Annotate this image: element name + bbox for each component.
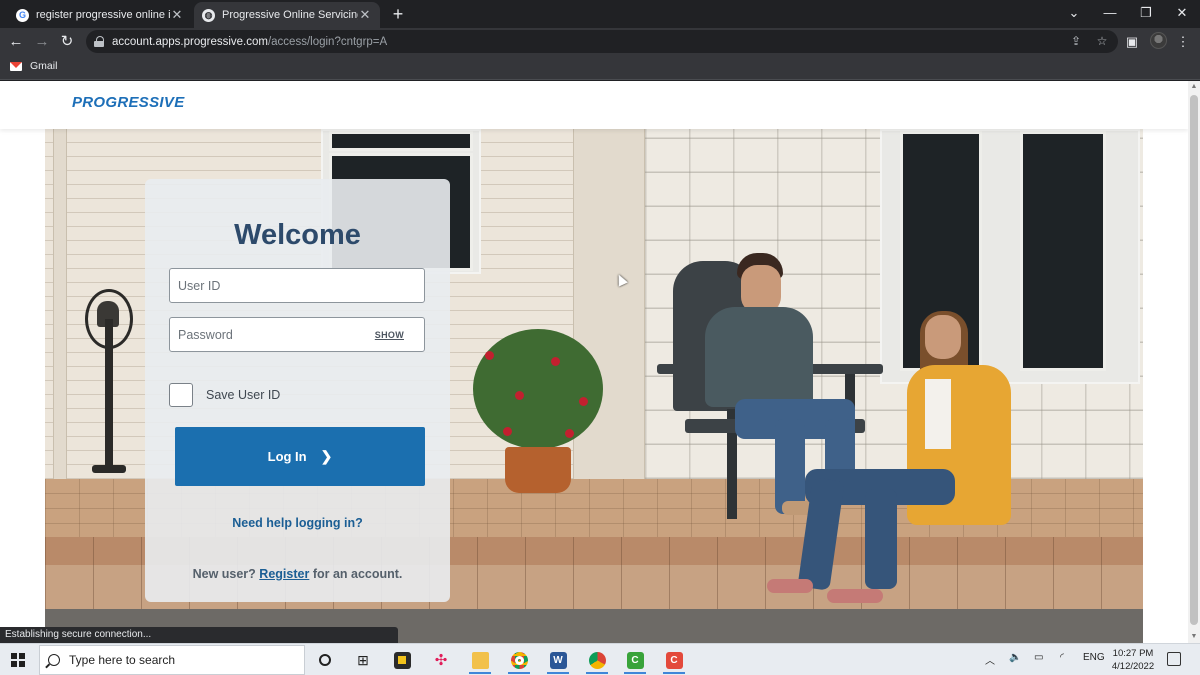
user-id-input[interactable] — [170, 269, 424, 302]
url-host: account.apps.progressive.com — [112, 35, 268, 48]
camtasia-editor-icon[interactable]: C — [659, 648, 689, 674]
forward-icon[interactable]: → — [31, 31, 53, 52]
clock-date: 4/12/2022 — [1111, 661, 1155, 672]
clock[interactable]: 10:27 PM 4/12/2022 — [1108, 647, 1158, 673]
porch-column — [53, 129, 67, 479]
login-card: Welcome SHOW Save User ID Log In ❯ Need … — [145, 179, 450, 602]
maximize-button[interactable]: ❐ — [1131, 2, 1161, 24]
close-tab-icon[interactable]: ✕ — [170, 7, 184, 23]
tab-search-icon[interactable]: ⌄ — [1059, 2, 1089, 24]
sticky-notes-icon[interactable] — [387, 648, 417, 672]
password-field[interactable]: SHOW — [169, 317, 425, 352]
new-user-line: New user? Register for an account. — [145, 567, 450, 581]
register-link[interactable]: Register — [259, 567, 309, 581]
page-scrollbar[interactable]: ▲ ▼ — [1188, 81, 1200, 643]
chrome-profile-icon[interactable] — [582, 648, 612, 674]
tab-progressive-online-servicing[interactable]: ◍ Progressive Online Servicing ✕ — [194, 2, 380, 28]
address-bar[interactable]: account.apps.progressive.com/access/logi… — [86, 30, 1118, 53]
close-window-button[interactable]: ✕ — [1167, 2, 1197, 24]
profile-avatar[interactable] — [1150, 32, 1167, 49]
tab-register-search[interactable]: G register progressive online insura ✕ — [8, 2, 192, 28]
slack-icon[interactable]: ✣ — [426, 648, 456, 672]
windows-taskbar: Type here to search ⊞ ✣ W C C ︿ 🔈 ▭ ◜ EN… — [0, 643, 1200, 675]
search-icon — [48, 654, 60, 666]
welcome-heading: Welcome — [234, 219, 361, 251]
widgets-icon[interactable]: ⊞ — [348, 648, 378, 672]
windows-start-icon[interactable] — [11, 653, 25, 667]
page-viewport: PROGRESSIVE Welcome User ID SHOW Save Us… — [0, 81, 1188, 643]
globe-icon: ◍ — [202, 8, 215, 22]
battery-icon[interactable]: ▭ — [1034, 652, 1043, 663]
wifi-icon[interactable]: ◜ — [1060, 652, 1064, 663]
bookmark-star-icon[interactable]: ☆ — [1092, 32, 1112, 51]
minimize-button[interactable]: — — [1095, 2, 1125, 24]
clock-time: 10:27 PM — [1112, 648, 1154, 659]
search-placeholder: Type here to search — [69, 653, 176, 667]
save-user-id-label[interactable]: Save User ID — [206, 388, 280, 402]
back-icon[interactable]: ← — [5, 31, 27, 52]
file-explorer-icon[interactable] — [465, 648, 495, 674]
chrome-icon[interactable] — [504, 648, 534, 674]
bookmark-gmail[interactable]: Gmail — [10, 60, 57, 72]
new-user-prefix: New user? — [192, 567, 256, 581]
url-path: /access/login?cntgrp=A — [267, 35, 388, 48]
show-hidden-icons[interactable]: ︿ — [985, 652, 995, 667]
menu-icon[interactable]: ⋮ — [1173, 31, 1193, 52]
share-icon[interactable]: ⇪ — [1066, 32, 1086, 51]
lock-icon[interactable] — [94, 36, 104, 47]
chevron-right-icon: ❯ — [320, 448, 333, 464]
new-user-suffix: for an account. — [312, 567, 403, 581]
show-password-button[interactable]: SHOW — [375, 330, 404, 340]
word-icon[interactable]: W — [543, 648, 573, 674]
taskbar-search[interactable]: Type here to search — [39, 645, 305, 675]
browser-tab-strip: G register progressive online insura ✕ ◍… — [0, 0, 1200, 28]
log-in-label: Log In — [267, 449, 307, 464]
scroll-down-icon[interactable]: ▼ — [1188, 631, 1200, 643]
log-in-button[interactable]: Log In ❯ — [175, 427, 425, 486]
bookmark-label: Gmail — [30, 60, 58, 72]
side-panel-icon[interactable]: ▣ — [1122, 31, 1142, 52]
progressive-logo[interactable]: PROGRESSIVE — [72, 94, 185, 111]
reload-icon[interactable]: ↻ — [56, 31, 78, 52]
site-header: PROGRESSIVE — [0, 81, 1188, 129]
tab-title: register progressive online insura — [36, 9, 170, 21]
potted-plant — [473, 329, 603, 449]
close-tab-icon[interactable]: ✕ — [358, 7, 372, 23]
language-indicator[interactable]: ENG — [1083, 652, 1105, 663]
scroll-up-icon[interactable]: ▲ — [1188, 81, 1200, 93]
house-window — [880, 129, 1140, 384]
google-icon: G — [16, 8, 29, 22]
status-bubble: Establishing secure connection... — [0, 627, 398, 643]
camtasia-recorder-icon[interactable]: C — [620, 648, 650, 674]
browser-toolbar: ← → ↻ account.apps.progressive.com/acces… — [0, 28, 1200, 55]
save-user-id-checkbox[interactable] — [169, 383, 193, 407]
user-id-field[interactable] — [169, 268, 425, 303]
new-tab-button[interactable]: + — [388, 4, 408, 24]
gmail-icon — [10, 61, 22, 71]
notification-icon[interactable] — [1167, 652, 1181, 666]
volume-icon[interactable]: 🔈 — [1009, 652, 1021, 663]
scroll-thumb[interactable] — [1190, 95, 1198, 625]
tab-title: Progressive Online Servicing — [222, 9, 358, 21]
need-help-link[interactable]: Need help logging in? — [145, 516, 450, 530]
bookmarks-bar: Gmail — [0, 55, 1200, 80]
task-view-icon[interactable] — [310, 648, 340, 672]
planter-pot — [505, 447, 571, 493]
